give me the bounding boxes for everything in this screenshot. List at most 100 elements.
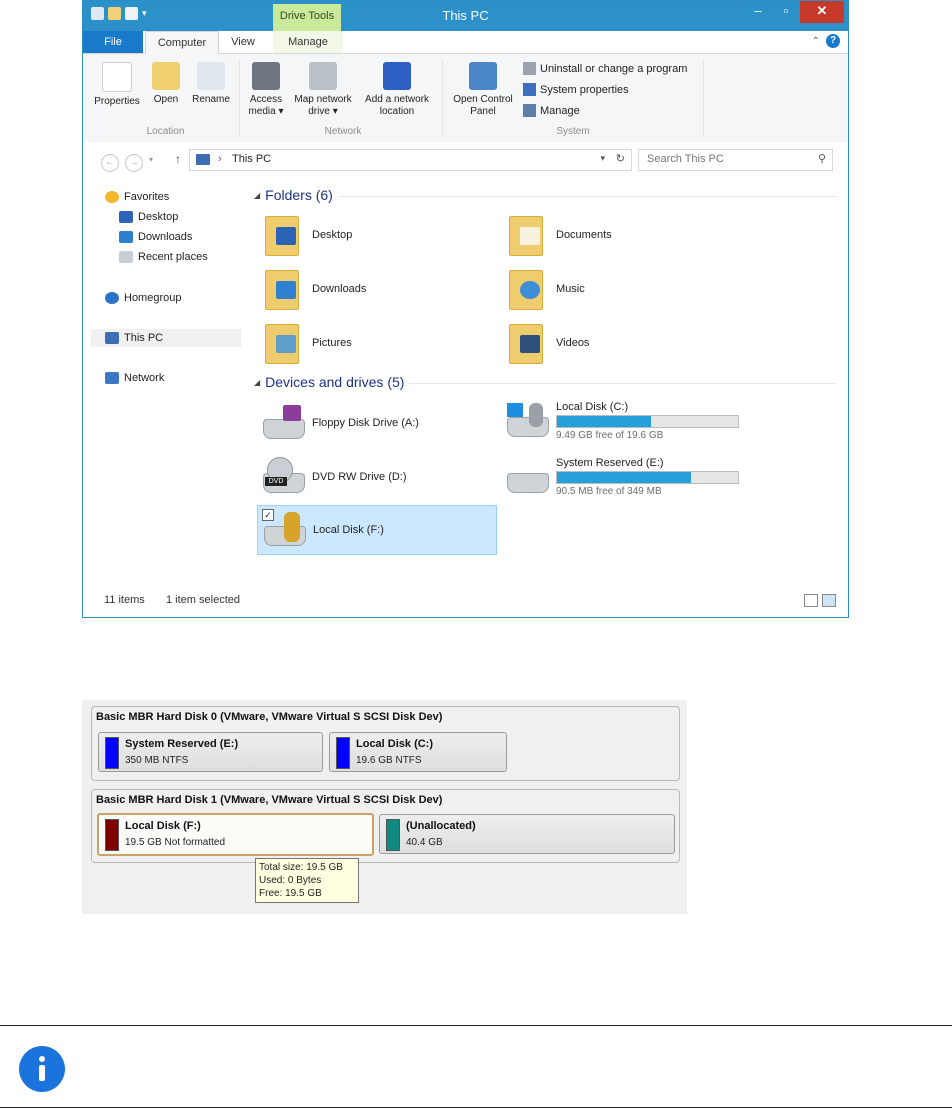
nav-network[interactable]: Network [105, 369, 164, 387]
recent-places-icon [119, 251, 133, 263]
tab-view[interactable]: View [223, 31, 263, 53]
folder-label: Videos [556, 337, 590, 349]
tab-manage[interactable]: Manage [273, 31, 343, 53]
address-bar[interactable]: › This PC ▾ ↻ [189, 149, 632, 171]
folder-documents[interactable]: Documents [501, 210, 741, 260]
partition-unallocated[interactable]: (Unallocated) 40.4 GB [379, 814, 675, 854]
folder-icon [265, 216, 299, 256]
folder-icon [509, 270, 543, 310]
folder-music[interactable]: Music [501, 264, 741, 314]
drive-local-c[interactable]: Local Disk (C:) 9.49 GB free of 19.6 GB [501, 396, 741, 446]
disk-0[interactable]: Basic MBR Hard Disk 0 (VMware, VMware Vi… [91, 706, 680, 781]
map-drive-icon [309, 62, 337, 90]
partition-name: System Reserved (E:) [125, 738, 239, 750]
access-media-label-2: media ▾ [248, 106, 284, 117]
nav-favorites-label: Favorites [124, 191, 170, 203]
nav-this-pc[interactable]: This PC [91, 329, 241, 347]
capacity-bar [556, 415, 739, 428]
drive-local-f[interactable]: ✓ Local Disk (F:) [257, 505, 497, 555]
partition-color-swatch [105, 737, 119, 769]
folder-label: Desktop [312, 229, 353, 241]
manage-icon [523, 104, 536, 117]
open-control-panel-button[interactable]: Open Control Panel [447, 62, 519, 118]
drive-floppy[interactable]: Floppy Disk Drive (A:) [257, 398, 497, 448]
maximize-button[interactable]: ▫ [772, 1, 800, 23]
drive-system-reserved[interactable]: System Reserved (E:) 90.5 MB free of 349… [501, 452, 741, 502]
properties-button[interactable]: Properties [93, 62, 141, 108]
minimize-button[interactable]: – [744, 1, 772, 23]
nav-homegroup[interactable]: Homegroup [105, 289, 181, 307]
map-network-drive-button[interactable]: Map network drive ▾ [289, 62, 357, 118]
partition-local-c[interactable]: Local Disk (C:) 19.6 GB NTFS [329, 732, 507, 772]
folder-downloads[interactable]: Downloads [257, 264, 497, 314]
folder-videos[interactable]: Videos [501, 318, 741, 368]
nav-downloads-label: Downloads [138, 231, 193, 243]
breadcrumb-chevron-icon[interactable]: › [218, 153, 222, 165]
search-input[interactable]: Search This PC ⚲ [638, 149, 833, 171]
add-location-label: Add a network [365, 94, 429, 105]
manage-link[interactable]: Manage [523, 104, 580, 117]
tooltip-free: Free: 19.5 GB [259, 888, 322, 899]
navigation-pane: Favorites Desktop Downloads Recent place… [83, 178, 241, 578]
folder-icon [509, 324, 543, 364]
forward-button[interactable]: → [125, 154, 143, 172]
partition-local-f[interactable]: Local Disk (F:) 19.5 GB Not formatted [97, 813, 374, 856]
disk-1[interactable]: Basic MBR Hard Disk 1 (VMware, VMware Vi… [91, 789, 680, 863]
location-group-label: Location [146, 126, 185, 137]
nav-favorites[interactable]: Favorites [105, 188, 169, 206]
folder-pictures[interactable]: Pictures [257, 318, 497, 368]
open-button[interactable]: Open [149, 62, 183, 106]
windows-logo-icon [507, 403, 523, 417]
add-location-label-2: location [379, 106, 415, 117]
folder-icon [265, 270, 299, 310]
control-panel-icon [469, 62, 497, 90]
close-button[interactable]: ✕ [800, 1, 844, 23]
search-placeholder: Search This PC [647, 153, 724, 165]
rename-icon [197, 62, 225, 90]
nav-network-label: Network [124, 372, 165, 384]
address-dropdown-icon[interactable]: ▾ [600, 153, 605, 164]
up-button[interactable]: ↑ [175, 152, 181, 166]
search-icon[interactable]: ⚲ [818, 152, 826, 165]
system-group-label: System [556, 126, 590, 137]
drive-label: Local Disk (F:) [313, 524, 384, 536]
partition-info: 19.6 GB NTFS [356, 755, 422, 766]
status-bar: 11 items 1 item selected [83, 579, 848, 617]
drive-label: DVD RW Drive (D:) [312, 471, 407, 483]
drive-dvd[interactable]: DVD DVD RW Drive (D:) [257, 452, 497, 502]
tooltip-total-size: Total size: 19.5 GB [259, 862, 343, 873]
rename-button[interactable]: Rename [189, 62, 233, 106]
lock-icon [529, 403, 543, 427]
info-icon [19, 1046, 65, 1092]
system-properties-link[interactable]: System properties [523, 83, 629, 96]
network-group-label: Network [324, 126, 362, 137]
nav-desktop[interactable]: Desktop [119, 208, 178, 226]
devices-group-header[interactable]: ◢ Devices and drives (5) [254, 374, 404, 390]
collapse-arrow-icon: ◢ [254, 190, 261, 200]
rename-label: Rename [192, 94, 230, 105]
drive-label: System Reserved (E:) [556, 457, 664, 469]
details-view-icon[interactable] [804, 594, 818, 607]
selection-count: 1 item selected [166, 594, 240, 606]
tab-file[interactable]: File [83, 31, 143, 53]
collapse-arrow-icon: ◢ [254, 377, 261, 387]
uninstall-program-link[interactable]: Uninstall or change a program [523, 62, 687, 75]
network-location-icon [383, 62, 411, 90]
collapse-ribbon-icon[interactable]: ⌃ [812, 36, 820, 47]
open-label: Open [153, 94, 179, 105]
nav-downloads[interactable]: Downloads [119, 228, 192, 246]
nav-recent-places[interactable]: Recent places [119, 248, 208, 266]
add-network-location-button[interactable]: Add a network location [359, 62, 435, 118]
large-icons-view-icon[interactable] [822, 594, 836, 607]
folder-label: Downloads [312, 283, 367, 295]
access-media-button[interactable]: Access media ▾ [245, 62, 287, 118]
back-button[interactable]: ← [101, 154, 119, 172]
recent-locations-icon[interactable]: ▾ [149, 155, 153, 164]
partition-system-reserved[interactable]: System Reserved (E:) 350 MB NTFS [98, 732, 323, 772]
folders-group-header[interactable]: ◢ Folders (6) [254, 187, 333, 203]
properties-label: Properties [94, 96, 140, 107]
tab-computer[interactable]: Computer [145, 31, 219, 54]
help-icon[interactable]: ? [826, 34, 840, 48]
refresh-icon[interactable]: ↻ [616, 152, 625, 165]
folder-desktop[interactable]: Desktop [257, 210, 497, 260]
